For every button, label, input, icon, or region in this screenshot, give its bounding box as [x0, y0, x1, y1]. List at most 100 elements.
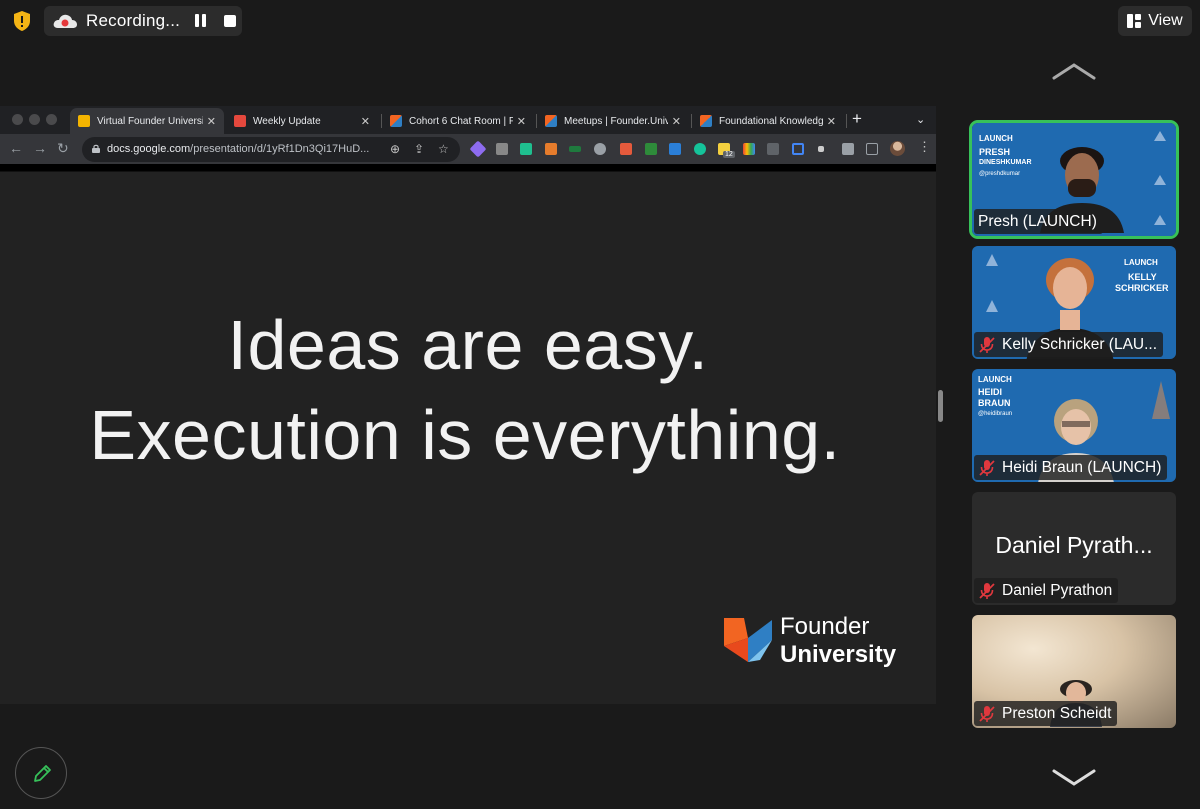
slide-headline-line2: Execution is everything. — [89, 396, 841, 474]
participant-name-label: Preston Scheidt — [974, 701, 1118, 726]
coda-icon — [234, 115, 246, 127]
back-arrow-icon[interactable]: ← — [9, 140, 23, 156]
bookmark-star-icon[interactable]: ☆ — [438, 142, 449, 156]
extension-icon[interactable] — [520, 143, 532, 155]
browser-tab-strip: Virtual Founder University ✕ Weekly Upda… — [0, 106, 936, 134]
address-url: docs.google.com/presentation/d/1yRf1Dn3Q… — [107, 143, 369, 155]
extension-icon[interactable] — [620, 143, 632, 155]
tab-title: Virtual Founder University — [97, 115, 203, 127]
browser-menu-icon[interactable]: ⋮ — [918, 139, 931, 155]
browser-tab[interactable]: Foundational Knowledge ✕ — [692, 108, 844, 134]
download-arrow-icon[interactable] — [645, 143, 657, 155]
grammarly-icon[interactable] — [694, 143, 706, 155]
participant-name-placeholder: Daniel Pyrath... — [995, 532, 1153, 558]
pause-recording-button[interactable] — [194, 14, 208, 28]
metamask-icon[interactable] — [545, 143, 557, 155]
share-icon[interactable]: ⇪ — [414, 142, 424, 156]
profile-avatar[interactable] — [890, 141, 905, 156]
zoom-meeting-window: Recording... View Virtual Founder Univer… — [0, 0, 1200, 809]
mic-muted-icon — [979, 459, 995, 476]
participant-tile[interactable]: Preston Scheidt — [972, 615, 1176, 728]
forward-arrow-icon[interactable]: → — [33, 140, 47, 156]
participant-tile[interactable]: LAUNCH PRESH DINESHKUMAR @preshdkumar Pr… — [969, 120, 1179, 239]
new-tab-plus-icon[interactable]: + — [852, 109, 862, 129]
badge-first-name: PRESH — [979, 147, 1011, 157]
extension-icon[interactable] — [818, 146, 824, 152]
participant-name: Presh (LAUNCH) — [978, 212, 1097, 230]
lock-icon — [92, 144, 100, 153]
badge-brand: LAUNCH — [978, 375, 1012, 384]
close-tab-icon[interactable]: ✕ — [827, 115, 836, 128]
tab-title: Meetups | Founder.Univ — [564, 115, 668, 127]
participant-tile[interactable]: LAUNCH HEIDI BRAUN @heidibraun Heidi Bra… — [972, 369, 1176, 482]
extension-icon[interactable] — [792, 143, 804, 155]
extension-icon[interactable] — [569, 146, 581, 152]
browser-tab[interactable]: Weekly Update ✕ — [226, 108, 378, 134]
url-host: docs.google.com — [107, 143, 191, 155]
tab-separator — [846, 114, 847, 128]
close-tab-icon[interactable]: ✕ — [361, 115, 370, 128]
url-path: /presentation/d/1yRf1Dn3Qi17HuD... — [190, 143, 370, 155]
view-layout-icon — [1127, 14, 1142, 28]
shared-screen: Virtual Founder University ✕ Weekly Upda… — [0, 106, 936, 704]
participant-name: Preston Scheidt — [1002, 704, 1112, 722]
mic-muted-icon — [979, 582, 995, 599]
scroll-up-chevron-icon[interactable] — [1051, 62, 1097, 80]
window-close-dot[interactable] — [12, 114, 23, 125]
reload-icon[interactable]: ↻ — [57, 140, 69, 157]
badge-brand: LAUNCH — [979, 134, 1013, 143]
annotate-button[interactable] — [15, 747, 67, 799]
browser-toolbar: ← → ↻ docs.google.com/presentation/d/1yR… — [0, 134, 936, 164]
view-button-label: View — [1148, 12, 1183, 29]
participant-tile[interactable]: LAUNCH KELLY SCHRICKER Kelly Schricker (… — [972, 246, 1176, 359]
extensions-puzzle-icon[interactable] — [842, 143, 854, 155]
presentation-slide: Ideas are easy. Execution is everything.… — [0, 171, 936, 704]
mic-muted-icon — [979, 705, 995, 722]
founder-university-favicon — [390, 115, 402, 127]
extension-icon[interactable] — [469, 140, 487, 158]
view-button[interactable]: View — [1118, 6, 1192, 36]
founder-university-favicon — [545, 115, 557, 127]
logo-text-bottom: University — [780, 641, 897, 668]
tab-title: Foundational Knowledge — [719, 115, 823, 127]
security-shield-icon[interactable] — [12, 10, 32, 32]
participant-name: Heidi Braun (LAUNCH) — [1002, 458, 1162, 476]
stop-recording-button[interactable] — [224, 15, 236, 27]
extension-icon[interactable] — [594, 143, 606, 155]
rocket-pattern-icon — [1154, 131, 1166, 225]
badge-last-name: DINESHKUMAR — [979, 159, 1032, 166]
founder-university-favicon — [700, 115, 712, 127]
participant-name: Kelly Schricker (LAU... — [1002, 335, 1158, 353]
mic-muted-icon — [979, 336, 995, 353]
browser-tab[interactable]: Cohort 6 Chat Room | Fo ✕ — [382, 108, 534, 134]
participant-tile[interactable]: Daniel Pyrath... Daniel Pyrathon — [972, 492, 1176, 605]
scroll-down-chevron-icon[interactable] — [1051, 769, 1097, 787]
recording-label: Recording... — [86, 11, 181, 30]
extension-icon[interactable] — [496, 143, 508, 155]
close-tab-icon[interactable]: ✕ — [672, 115, 681, 128]
pencil-icon — [34, 765, 51, 782]
participant-name: Daniel Pyrathon — [1002, 581, 1113, 599]
download-icon[interactable] — [669, 143, 681, 155]
tab-search-chevron-icon[interactable]: ⌄ — [916, 113, 925, 126]
badge-first-name: HEIDI — [978, 387, 1003, 397]
window-minimize-dot[interactable] — [29, 114, 40, 125]
side-panel-icon[interactable] — [866, 143, 878, 155]
panel-resize-handle[interactable] — [938, 390, 943, 422]
extension-icon[interactable] — [743, 143, 755, 155]
badge-handle: @preshdkumar — [979, 171, 1021, 177]
code-icon[interactable] — [767, 143, 779, 155]
participant-name-label: Heidi Braun (LAUNCH) — [974, 455, 1168, 480]
google-slides-icon — [78, 115, 90, 127]
browser-tab[interactable]: Virtual Founder University ✕ — [70, 108, 224, 134]
zoom-magnifier-icon[interactable]: ⊕ — [390, 142, 400, 156]
window-zoom-dot[interactable] — [46, 114, 57, 125]
address-bar[interactable]: docs.google.com/presentation/d/1yRf1Dn3Q… — [82, 137, 460, 162]
browser-tab[interactable]: Meetups | Founder.Univ ✕ — [537, 108, 689, 134]
cloud-recording-icon — [53, 14, 77, 28]
badge-brand: LAUNCH — [1124, 258, 1158, 267]
close-tab-icon[interactable]: ✕ — [517, 115, 526, 128]
close-tab-icon[interactable]: ✕ — [207, 115, 216, 128]
participant-name-label: Kelly Schricker (LAU... — [974, 332, 1164, 357]
tab-title: Weekly Update — [253, 115, 321, 127]
